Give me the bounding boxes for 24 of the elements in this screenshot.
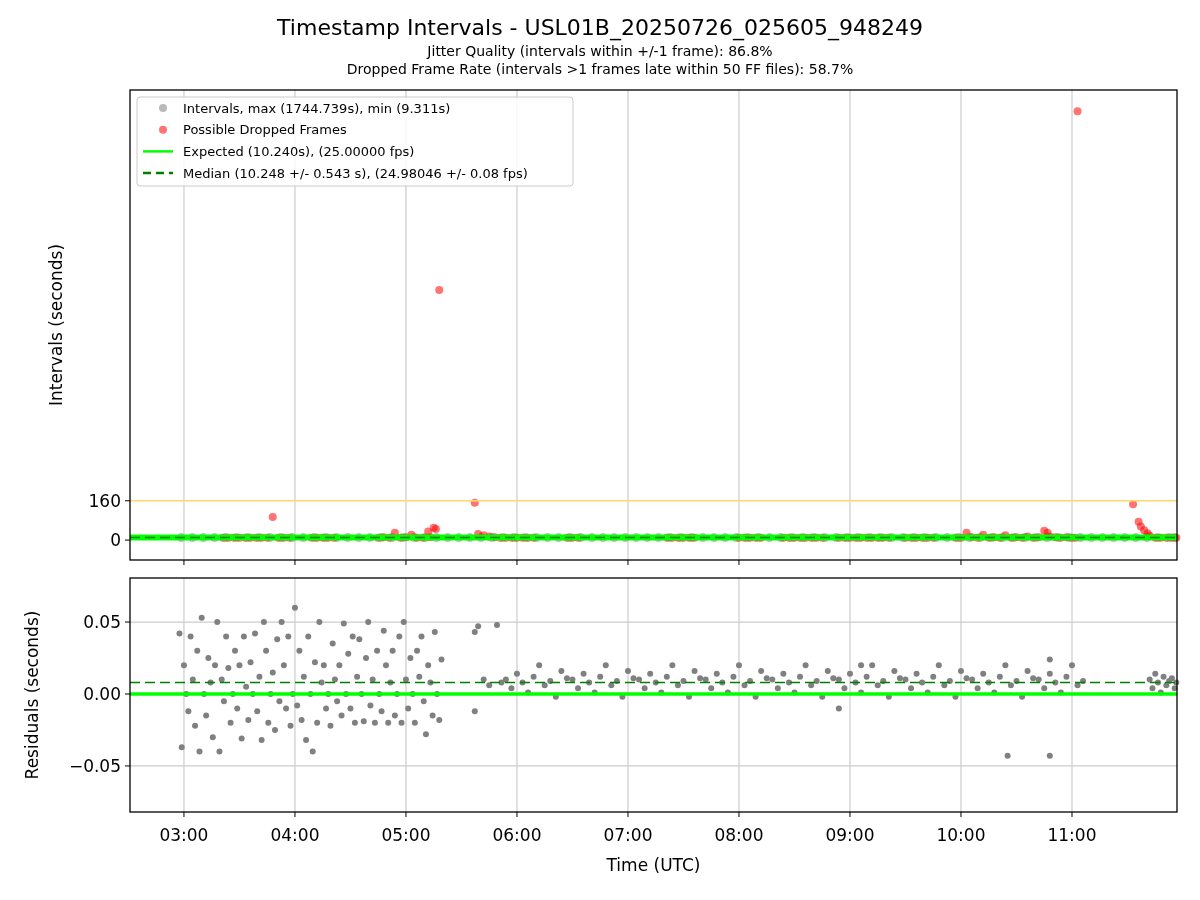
axis-tick-label: 03:00 <box>159 825 209 845</box>
axis-tick-label: 160 <box>88 490 121 511</box>
axis-tick-label: 09:00 <box>825 825 875 845</box>
chart-subtitle: Jitter Quality (intervals within +/-1 frame): 86.8% <box>427 42 773 60</box>
axis-tick-label: 04:00 <box>270 825 320 845</box>
axis-tick-label: 0.05 <box>83 612 121 633</box>
axis-tick-label: −0.05 <box>68 755 121 776</box>
legend-label: Median (10.248 +/- 0.543 s), (24.98046 +/- 0.08 fps) <box>183 165 528 181</box>
axis-tick-label: 0 <box>110 530 121 551</box>
axis-tick-label: 10:00 <box>936 825 986 845</box>
axis-title: Time (UTC) <box>606 855 701 875</box>
axis-tick-label: 11:00 <box>1047 825 1097 845</box>
axis-tick-label: 07:00 <box>603 825 653 845</box>
axis-tick-label: 08:00 <box>714 825 764 845</box>
chart-title: Timestamp Intervals - USL01B_20250726_025605_948249 <box>277 14 923 42</box>
legend-label: Possible Dropped Frames <box>183 122 347 138</box>
axis-title: Intervals (seconds) <box>46 243 66 407</box>
chart-subtitle: Dropped Frame Rate (intervals >1 frames late within 50 FF files): 58.7% <box>346 60 854 78</box>
legend-label: Intervals, max (1744.739s), min (9.311s) <box>183 100 451 116</box>
axis-tick-label: 06:00 <box>492 825 542 845</box>
axis-tick-label: 0.00 <box>83 684 121 704</box>
legend-label: Expected (10.240s), (25.00000 fps) <box>183 143 415 159</box>
axis-title: Residuals (seconds) <box>22 610 42 780</box>
axis-tick-label: 05:00 <box>381 825 431 845</box>
